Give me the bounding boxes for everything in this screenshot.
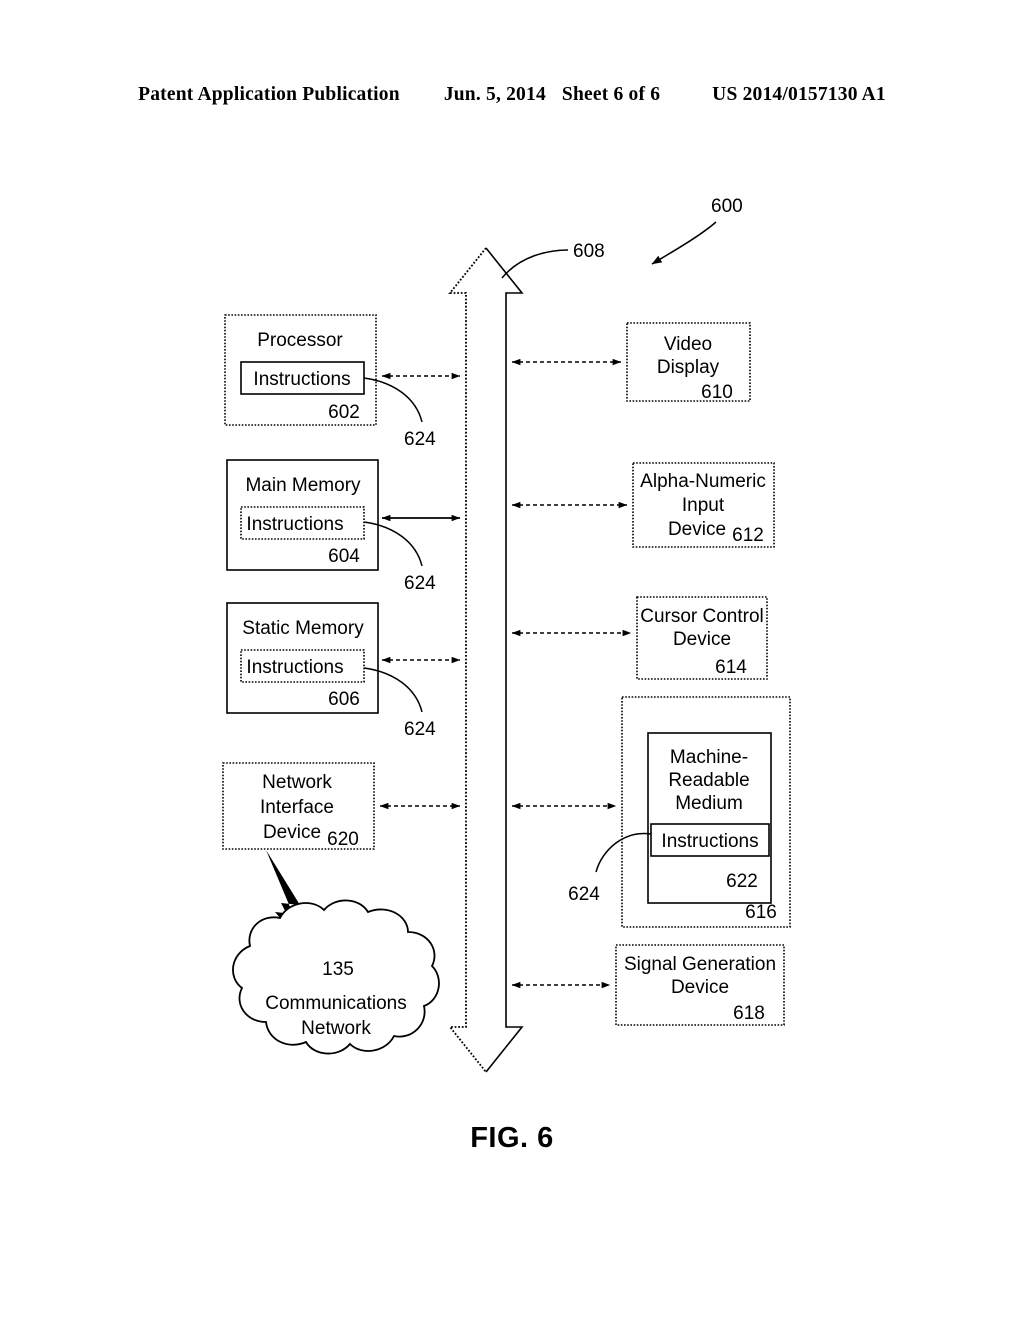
static-memory-ref-label: 606: [328, 689, 360, 710]
publication-header: Patent Application Publication Jun. 5, 2…: [0, 84, 1024, 106]
network-interface-device-ref-label: 620: [327, 829, 359, 850]
main-memory-instructions-label: Instructions: [246, 514, 343, 535]
main-memory-ref-label: 604: [328, 546, 360, 567]
bus-ref-608-callout: 608: [501, 241, 605, 279]
static-memory-instructions-ref-label: 624: [404, 719, 436, 740]
system-ref-600-label: 600: [711, 196, 743, 217]
block-cursor-control-device[interactable]: Cursor Control Device 614: [636, 596, 768, 680]
video-display-title-line2: Display: [657, 357, 720, 378]
static-memory-instructions-label: Instructions: [246, 657, 343, 678]
processor-instructions-ref-label: 624: [404, 429, 436, 450]
processor-instructions-label: Instructions: [253, 369, 350, 390]
video-display-title-line1: Video: [664, 334, 712, 355]
block-signal-generation-device[interactable]: Signal Generation Device 618: [615, 944, 785, 1026]
machine-readable-medium-outer-ref-label: 616: [745, 902, 777, 923]
alpha-numeric-input-device-ref-label: 612: [732, 525, 764, 546]
machine-readable-medium-instructions-label: Instructions: [661, 831, 758, 852]
header-date-text: Jun. 5, 2014: [443, 84, 546, 105]
signal-generation-device-ref-label: 618: [733, 1003, 765, 1024]
main-memory-instructions-ref-label: 624: [404, 573, 436, 594]
alpha-numeric-input-device-title-line1: Alpha-Numeric: [640, 471, 766, 492]
machine-readable-medium-instructions-ref-label: 624: [568, 884, 600, 905]
communications-network-ref-label: 135: [322, 959, 354, 980]
alpha-numeric-input-device-title-line3: Device: [668, 519, 726, 540]
processor-title: Processor: [257, 330, 343, 351]
network-interface-device-title-line2: Interface: [260, 797, 334, 818]
patent-drawing-page: Patent Application Publication Jun. 5, 2…: [0, 0, 1024, 1320]
communications-network-label-line1: Communications: [265, 993, 407, 1014]
figure-svg-canvas: 600 608 Processor Instructions 602 624 M…: [222, 196, 791, 1073]
figure-6-drawing: 600 608 Processor Instructions 602 624 M…: [0, 160, 1024, 1110]
block-processor[interactable]: Processor Instructions 602: [224, 314, 377, 426]
video-display-ref-label: 610: [701, 382, 733, 403]
system-ref-600-callout: 600: [651, 196, 743, 265]
bus-ref-608-label: 608: [573, 241, 605, 262]
header-publication-text: Patent Application Publication: [138, 84, 400, 105]
static-memory-title: Static Memory: [242, 618, 364, 639]
block-machine-readable-medium[interactable]: Machine- Readable Medium Instructions 62…: [621, 696, 791, 928]
system-bus-608: [448, 247, 524, 1073]
block-network-interface-device[interactable]: Network Interface Device 620: [222, 762, 375, 850]
communications-network-cloud: 135 Communications Network: [232, 899, 440, 1055]
cursor-control-device-title-line1: Cursor Control: [640, 606, 764, 627]
block-video-display[interactable]: Video Display 610: [626, 322, 751, 403]
main-memory-title: Main Memory: [245, 475, 361, 496]
block-alpha-numeric-input-device[interactable]: Alpha-Numeric Input Device 612: [632, 462, 775, 548]
communications-network-label-line2: Network: [301, 1018, 371, 1039]
machine-readable-medium-title-line2: Readable: [668, 770, 749, 791]
header-sheet-text: Sheet 6 of 6: [561, 84, 661, 105]
network-interface-device-title-line3: Device: [263, 822, 321, 843]
cursor-control-device-ref-label: 614: [715, 657, 747, 678]
signal-generation-device-title-line2: Device: [671, 977, 729, 998]
machine-readable-medium-title-line1: Machine-: [670, 747, 748, 768]
network-interface-device-title-line1: Network: [262, 772, 332, 793]
figure-caption: FIG. 6: [470, 1122, 554, 1154]
signal-generation-device-title-line1: Signal Generation: [624, 954, 776, 975]
block-main-memory[interactable]: Main Memory Instructions 604: [226, 459, 379, 571]
machine-readable-medium-ref-label: 622: [726, 871, 758, 892]
header-patent-number: US 2014/0157130 A1: [712, 84, 886, 105]
processor-ref-label: 602: [328, 402, 360, 423]
alpha-numeric-input-device-title-line2: Input: [682, 495, 725, 516]
machine-readable-medium-title-line3: Medium: [675, 793, 743, 814]
cursor-control-device-title-line2: Device: [673, 629, 731, 650]
block-static-memory[interactable]: Static Memory Instructions 606: [226, 602, 379, 714]
